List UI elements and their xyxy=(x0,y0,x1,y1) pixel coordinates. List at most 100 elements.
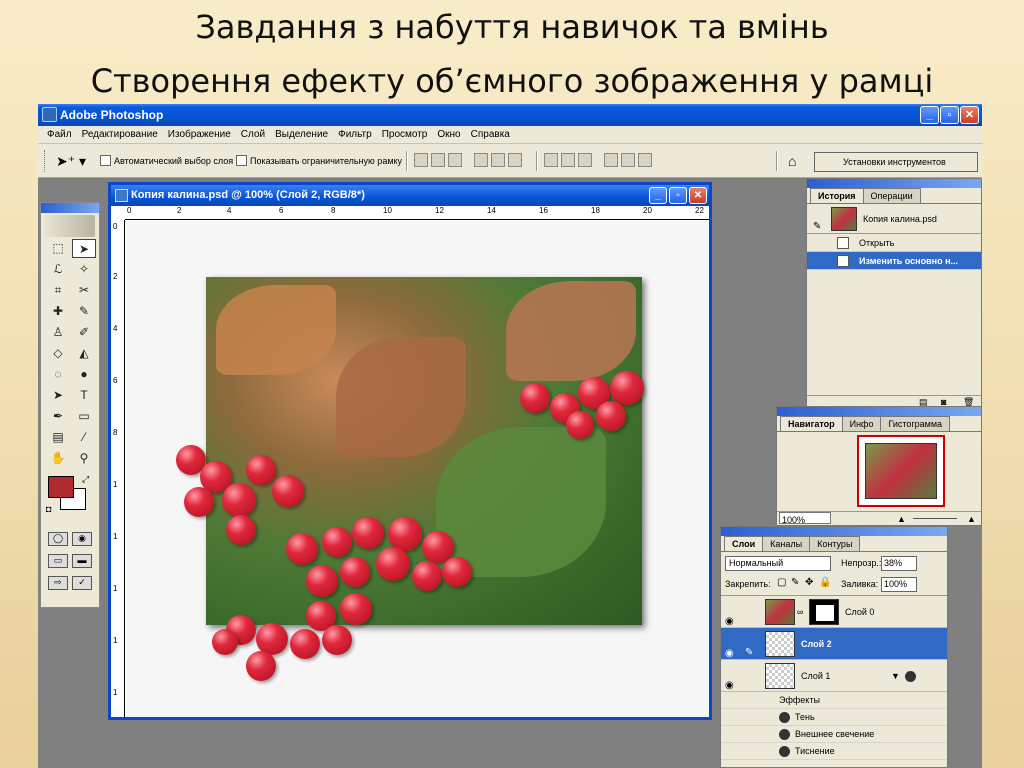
distribute-bottom-icon[interactable] xyxy=(578,153,592,167)
palette-header[interactable] xyxy=(777,407,981,416)
lock-image-icon[interactable]: ✎ xyxy=(791,577,799,588)
menu-filter[interactable]: Фильтр xyxy=(333,126,377,144)
tab-navigator[interactable]: Навигатор xyxy=(780,416,843,431)
zoom-out-icon[interactable]: ▲ xyxy=(897,512,906,526)
foreground-color[interactable] xyxy=(48,476,74,498)
navigator-zoom-field[interactable]: 100% xyxy=(779,512,831,525)
distribute-hcenter-icon[interactable] xyxy=(621,153,635,167)
tab-histogram[interactable]: Гистограмма xyxy=(880,416,951,431)
distribute-vcenter-icon[interactable] xyxy=(561,153,575,167)
menu-file[interactable]: Файл xyxy=(42,126,77,144)
effect-row[interactable]: Внешнее свечение xyxy=(721,726,947,743)
swap-colors-icon[interactable]: ⤢ xyxy=(82,474,89,485)
history-brush-icon[interactable]: ✐ xyxy=(72,323,96,342)
effect-row[interactable]: Тиснение xyxy=(721,743,947,760)
ruler-vertical[interactable]: 0 2 4 6 8 1 1 1 1 1 xyxy=(111,220,125,717)
layer-row[interactable]: ◉ ∞ Слой 0 xyxy=(721,596,947,628)
effects-header[interactable]: Эффекты xyxy=(721,692,947,709)
align-top-icon[interactable] xyxy=(414,153,428,167)
menu-select[interactable]: Выделение xyxy=(270,126,333,144)
type-tool-icon[interactable]: T xyxy=(72,386,96,405)
fill-field[interactable]: 100% xyxy=(881,577,917,592)
tab-history[interactable]: История xyxy=(810,188,864,203)
minimize-icon[interactable]: _ xyxy=(920,106,939,124)
healing-brush-icon[interactable]: ✚ xyxy=(46,302,70,321)
navigator-view-box[interactable] xyxy=(857,435,945,507)
close-icon[interactable]: ✕ xyxy=(960,106,979,124)
align-bottom-icon[interactable] xyxy=(448,153,462,167)
adobe-feather-logo[interactable] xyxy=(45,215,95,237)
jump-to-imageready-icon[interactable]: ⇨ xyxy=(48,576,68,590)
slice-tool-icon[interactable]: ✂ xyxy=(72,281,96,300)
align-hcenter-icon[interactable] xyxy=(491,153,505,167)
doc-close-icon[interactable]: ✕ xyxy=(689,187,707,204)
tab-actions[interactable]: Операции xyxy=(862,188,921,203)
paint-bucket-icon[interactable]: ◭ xyxy=(72,344,96,363)
document-titlebar[interactable]: Копия калина.psd @ 100% (Слой 2, RGB/8*) xyxy=(111,185,709,206)
standard-mode-icon[interactable]: ◯ xyxy=(48,532,68,546)
zoom-slider-track[interactable] xyxy=(913,518,957,519)
menu-view[interactable]: Просмотр xyxy=(377,126,433,144)
auto-select-checkbox[interactable]: Автоматический выбор слоя xyxy=(100,155,233,166)
align-right-icon[interactable] xyxy=(508,153,522,167)
distribute-left-icon[interactable] xyxy=(604,153,618,167)
menu-help[interactable]: Справка xyxy=(466,126,515,144)
lock-transparency-icon[interactable]: ▢ xyxy=(777,577,786,588)
dodge-tool-icon[interactable]: ● xyxy=(72,365,96,384)
doc-maximize-icon[interactable]: ▫ xyxy=(669,187,687,204)
distribute-top-icon[interactable] xyxy=(544,153,558,167)
brush-tool-icon[interactable]: ✎ xyxy=(72,302,96,321)
document-canvas[interactable] xyxy=(126,221,709,717)
palette-well-icon[interactable]: ⌂ xyxy=(788,153,796,169)
ruler-horizontal[interactable]: 0 2 4 6 8 10 12 14 16 18 20 22 xyxy=(125,206,709,220)
menu-layer[interactable]: Слой xyxy=(236,126,270,144)
palette-header[interactable] xyxy=(721,527,947,536)
hand-tool-icon[interactable]: ✋ xyxy=(46,449,70,468)
layer-row-selected[interactable]: ◉ ✎ Слой 2 xyxy=(721,628,947,660)
eyedropper-icon[interactable]: ⁄ xyxy=(72,428,96,447)
eraser-tool-icon[interactable]: ◇ xyxy=(46,344,70,363)
magic-wand-icon[interactable]: ✧ xyxy=(72,260,96,279)
screen-mode-standard-icon[interactable]: ▭ xyxy=(48,554,68,568)
crop-tool-icon[interactable]: ⌗ xyxy=(46,281,70,300)
tab-info[interactable]: Инфо xyxy=(841,416,882,431)
layer-effects-expand-icon[interactable]: ▼ xyxy=(891,660,900,692)
checkbox-box[interactable] xyxy=(236,155,247,166)
history-step-selected[interactable]: Изменить основно н... xyxy=(807,252,981,270)
lock-position-icon[interactable]: ✥ xyxy=(805,577,813,588)
layer-mask-thumbnail[interactable] xyxy=(809,599,839,625)
zoom-tool-icon[interactable]: ⚲ xyxy=(72,449,96,468)
lock-all-icon[interactable]: 🔒 xyxy=(819,577,831,588)
clone-stamp-icon[interactable]: ♙ xyxy=(46,323,70,342)
opacity-field[interactable]: 38% xyxy=(881,556,917,571)
notes-tool-icon[interactable]: ▤ xyxy=(46,428,70,447)
default-colors-icon[interactable]: ◘ xyxy=(46,504,51,514)
checkbox-box[interactable] xyxy=(100,155,111,166)
move-tool-icon[interactable]: ➤⁺ ▾ xyxy=(56,153,86,170)
tab-channels[interactable]: Каналы xyxy=(762,536,811,551)
menu-edit[interactable]: Редактирование xyxy=(77,126,163,144)
distribute-right-icon[interactable] xyxy=(638,153,652,167)
doc-minimize-icon[interactable]: _ xyxy=(649,187,667,204)
quickmask-mode-icon[interactable]: ◉ xyxy=(72,532,92,546)
blend-mode-select[interactable]: Нормальный xyxy=(725,556,831,571)
shape-tool-icon[interactable]: ▭ xyxy=(72,407,96,426)
align-left-icon[interactable] xyxy=(474,153,488,167)
palette-header[interactable] xyxy=(807,179,981,188)
history-step[interactable]: Открыть xyxy=(807,234,981,252)
path-select-icon[interactable]: ➤ xyxy=(46,386,70,405)
blur-tool-icon[interactable]: ◌ xyxy=(46,365,70,384)
tab-paths[interactable]: Контуры xyxy=(809,536,861,551)
pen-tool-icon[interactable]: ✒ xyxy=(46,407,70,426)
tool-presets-tab[interactable]: Установки инструментов xyxy=(814,152,978,172)
edit-in-icon[interactable]: ✓ xyxy=(72,576,92,590)
effect-row[interactable]: Тень xyxy=(721,709,947,726)
zoom-in-icon[interactable]: ▲ xyxy=(967,512,976,526)
align-vcenter-icon[interactable] xyxy=(431,153,445,167)
palette-header[interactable] xyxy=(41,203,99,213)
lasso-tool-icon[interactable]: ℒ xyxy=(46,260,70,279)
menu-image[interactable]: Изображение xyxy=(163,126,236,144)
layer-row[interactable]: ◉ Слой 1 ▼ xyxy=(721,660,947,692)
screen-mode-full-icon[interactable]: ▬ xyxy=(72,554,92,568)
tab-layers[interactable]: Слои xyxy=(724,536,764,551)
